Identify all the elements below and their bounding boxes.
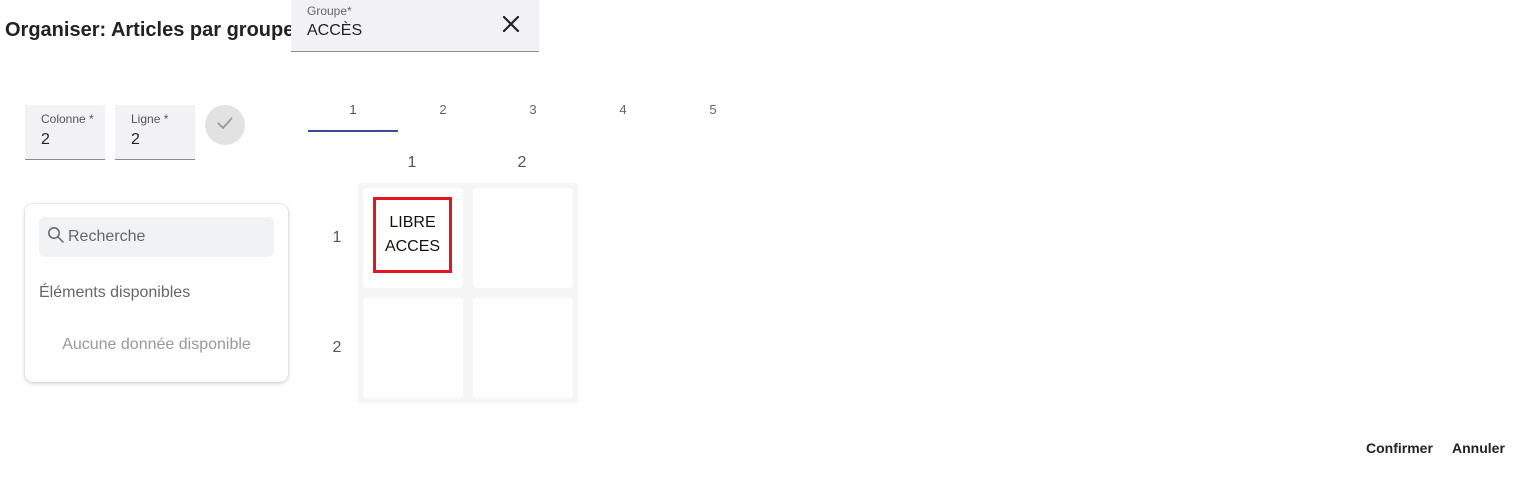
grid-item-libre-acces[interactable]: LIBRE ACCES	[373, 197, 452, 273]
empty-state-text: Aucune donnée disponible	[62, 336, 251, 353]
column-label: Colonne *	[41, 112, 94, 126]
tab-2[interactable]: 2	[398, 102, 488, 117]
row-label: Ligne *	[131, 112, 169, 126]
row-field[interactable]: Ligne * 2	[115, 105, 195, 160]
column-header-2: 2	[517, 154, 527, 171]
row-value: 2	[131, 131, 140, 148]
grid-cell-1-2[interactable]	[473, 188, 573, 288]
active-tab-indicator	[308, 130, 398, 132]
tab-5[interactable]: 5	[668, 102, 758, 117]
confirm-button[interactable]: Confirmer	[1366, 440, 1433, 456]
search-input[interactable]: Recherche	[39, 217, 274, 257]
row-header-1: 1	[332, 229, 342, 246]
search-icon	[47, 226, 65, 249]
row-header-2: 2	[332, 339, 342, 356]
group-select[interactable]: Groupe* ACCÈS	[291, 0, 539, 52]
grid-cell-2-2[interactable]	[473, 298, 573, 398]
tab-1[interactable]: 1	[308, 102, 398, 117]
item-label-line1: LIBRE	[389, 214, 436, 231]
cancel-button[interactable]: Annuler	[1452, 440, 1505, 456]
column-field[interactable]: Colonne * 2	[25, 105, 105, 160]
available-items-title: Éléments disponibles	[39, 284, 191, 301]
column-header-1: 1	[407, 154, 417, 171]
apply-size-button[interactable]	[205, 105, 245, 145]
close-icon[interactable]	[501, 14, 521, 34]
tab-3[interactable]: 3	[488, 102, 578, 117]
page-title: Organiser: Articles par groupe:	[5, 19, 301, 41]
grid-cell-2-1[interactable]	[363, 298, 463, 398]
group-label: Groupe*	[307, 4, 352, 18]
search-placeholder: Recherche	[68, 228, 146, 245]
check-icon	[216, 114, 234, 137]
item-label-line2: ACCES	[384, 238, 441, 255]
available-items-panel: Recherche Éléments disponibles Aucune do…	[25, 204, 288, 382]
column-value: 2	[41, 131, 50, 148]
group-value: ACCÈS	[307, 22, 363, 39]
tab-4[interactable]: 4	[578, 102, 668, 117]
